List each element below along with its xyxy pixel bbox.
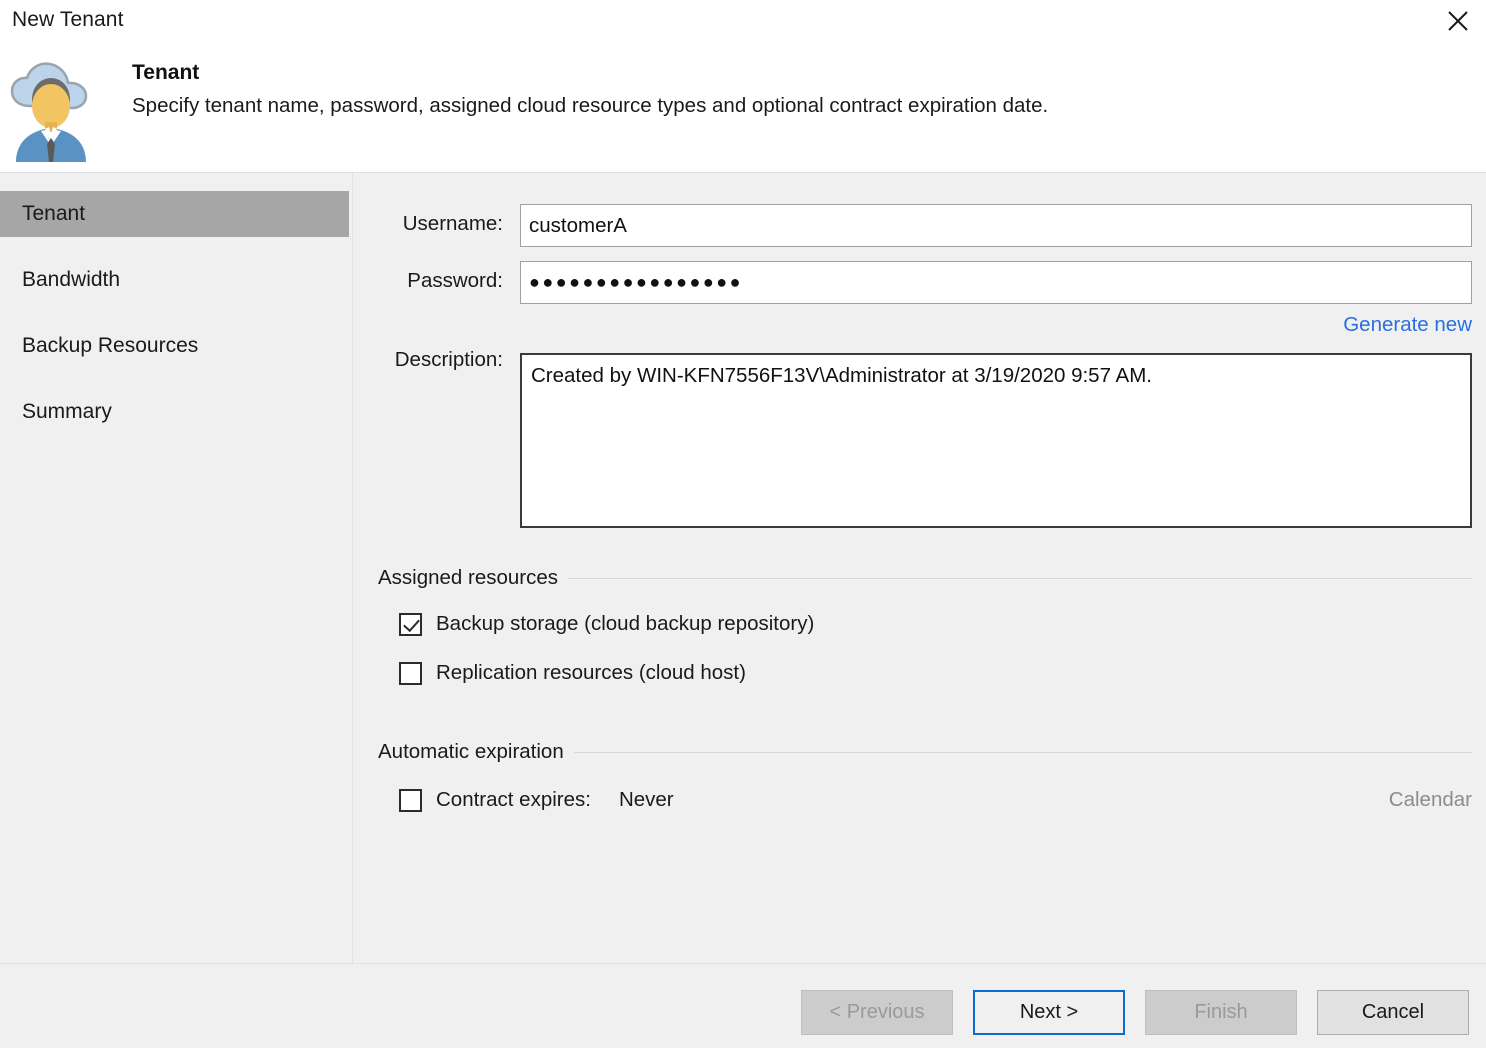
sidebar-item-label: Bandwidth	[22, 268, 121, 291]
dialog-footer: < Previous Next > Finish Cancel	[0, 963, 1486, 1048]
description-label: Description:	[394, 348, 503, 371]
checkbox-label: Backup storage (cloud backup repository)	[436, 612, 815, 635]
assigned-resources-group-header: Assigned resources	[378, 565, 1472, 591]
tenant-form-panel: Username: Password: Generate new Descrip…	[353, 173, 1486, 964]
description-input[interactable]	[520, 353, 1472, 528]
password-label: Password:	[407, 269, 503, 292]
title-bar: New Tenant	[0, 0, 1486, 44]
sidebar-item-summary[interactable]: Summary	[0, 389, 349, 435]
sidebar-item-backup-resources[interactable]: Backup Resources	[0, 323, 349, 369]
next-button[interactable]: Next >	[973, 990, 1125, 1035]
sidebar-item-label: Backup Resources	[22, 334, 199, 357]
username-input[interactable]	[520, 204, 1472, 247]
cancel-button[interactable]: Cancel	[1317, 990, 1469, 1035]
sidebar-item-label: Tenant	[22, 202, 86, 225]
checkbox-icon-unchecked[interactable]	[399, 661, 422, 685]
checkbox-contract-expires[interactable]: Contract expires: Never	[399, 786, 674, 814]
finish-button[interactable]: Finish	[1145, 990, 1297, 1035]
wizard-step-sidebar: Tenant Bandwidth Backup Resources Summar…	[0, 173, 349, 964]
header-title: Tenant	[132, 61, 200, 84]
dialog-header: Tenant Specify tenant name, password, as…	[0, 44, 1486, 172]
password-input[interactable]	[520, 261, 1472, 304]
group-rule	[568, 577, 1472, 579]
sidebar-item-label: Summary	[22, 400, 112, 423]
previous-button[interactable]: < Previous	[801, 990, 953, 1035]
checkbox-replication-resources[interactable]: Replication resources (cloud host)	[399, 659, 746, 687]
sidebar-item-tenant[interactable]: Tenant	[0, 191, 349, 237]
new-tenant-dialog: New Tenant Tenant Specify tenant name, p…	[0, 0, 1486, 1048]
checkbox-icon-unchecked[interactable]	[399, 788, 422, 812]
checkbox-backup-storage[interactable]: Backup storage (cloud backup repository)	[399, 610, 814, 638]
sidebar-item-bandwidth[interactable]: Bandwidth	[0, 257, 349, 303]
window-title: New Tenant	[12, 8, 124, 31]
automatic-expiration-group-header: Automatic expiration	[378, 739, 1472, 765]
group-title: Assigned resources	[378, 566, 559, 589]
header-subtitle: Specify tenant name, password, assigned …	[132, 94, 1049, 117]
checkbox-label: Replication resources (cloud host)	[436, 661, 746, 684]
cloud-user-icon	[8, 54, 94, 164]
contract-expires-value: Never	[618, 788, 674, 811]
calendar-button[interactable]: Calendar	[1389, 786, 1472, 814]
group-title: Automatic expiration	[378, 740, 564, 763]
close-icon	[1446, 9, 1470, 33]
generate-new-password-link[interactable]: Generate new	[1343, 313, 1472, 337]
group-rule	[573, 751, 1472, 753]
close-button[interactable]	[1430, 0, 1486, 42]
username-label: Username:	[402, 212, 503, 235]
dialog-body: Tenant Bandwidth Backup Resources Summar…	[0, 172, 1486, 964]
checkbox-icon-checked[interactable]	[399, 612, 422, 636]
checkbox-label: Contract expires:	[436, 788, 591, 811]
